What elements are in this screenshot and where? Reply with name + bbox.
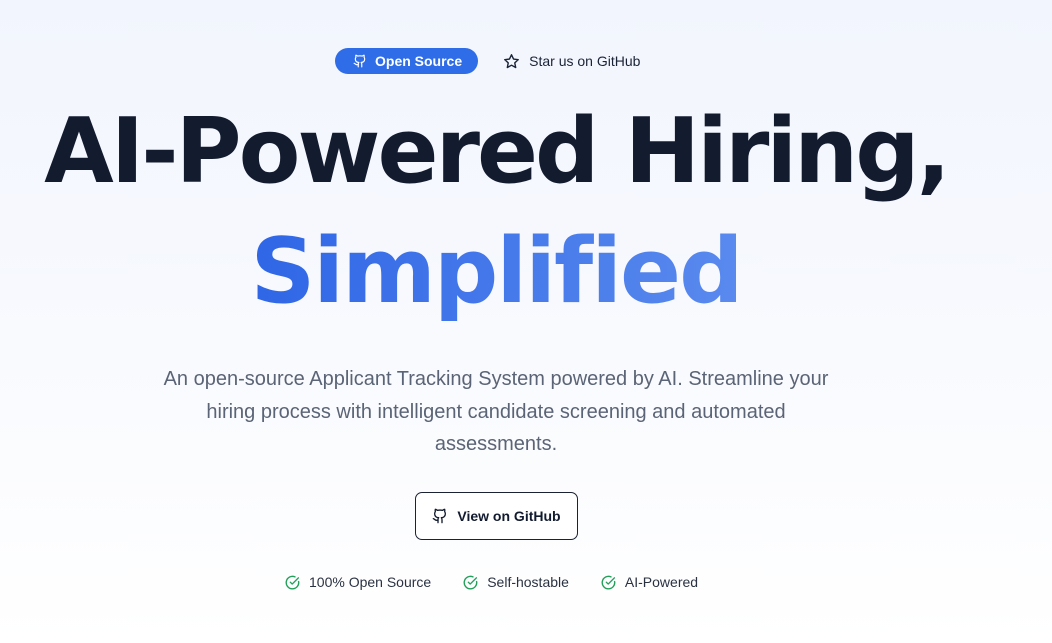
check-circle-icon <box>601 575 616 590</box>
view-on-github-label: View on GitHub <box>457 508 561 524</box>
view-on-github-button[interactable]: View on GitHub <box>415 492 578 540</box>
open-source-badge-label: Open Source <box>375 53 463 69</box>
github-icon <box>353 54 367 68</box>
feature-item-self-hostable: Self-hostable <box>463 574 569 590</box>
star-on-github-label: Star us on GitHub <box>529 53 641 69</box>
hero-subtitle: An open-source Applicant Tracking System… <box>163 368 829 455</box>
github-icon <box>432 508 448 524</box>
open-source-badge[interactable]: Open Source <box>335 48 479 74</box>
feature-item-ai-powered: AI-Powered <box>601 574 698 590</box>
feature-label: Self-hostable <box>487 574 569 590</box>
hero-section: Open Source Star us on GitHub AI-Powered… <box>0 0 992 643</box>
check-circle-icon <box>285 575 300 590</box>
headline-line-2: Simplified <box>0 220 992 324</box>
check-circle-icon <box>463 575 478 590</box>
headline-highlight: Simplified <box>250 219 743 324</box>
feature-label: AI-Powered <box>624 574 699 590</box>
star-icon <box>503 53 520 70</box>
top-links: Open Source Star us on GitHub <box>335 48 640 74</box>
feature-label: 100% Open Source <box>309 574 432 590</box>
feature-list: 100% Open Source Self-hostable AI-Powere… <box>285 572 698 592</box>
star-on-github-link[interactable]: Star us on GitHub <box>503 53 640 70</box>
headline-line-1: AI-Powered Hiring, <box>44 99 951 204</box>
feature-item-open-source: 100% Open Source <box>285 574 431 590</box>
